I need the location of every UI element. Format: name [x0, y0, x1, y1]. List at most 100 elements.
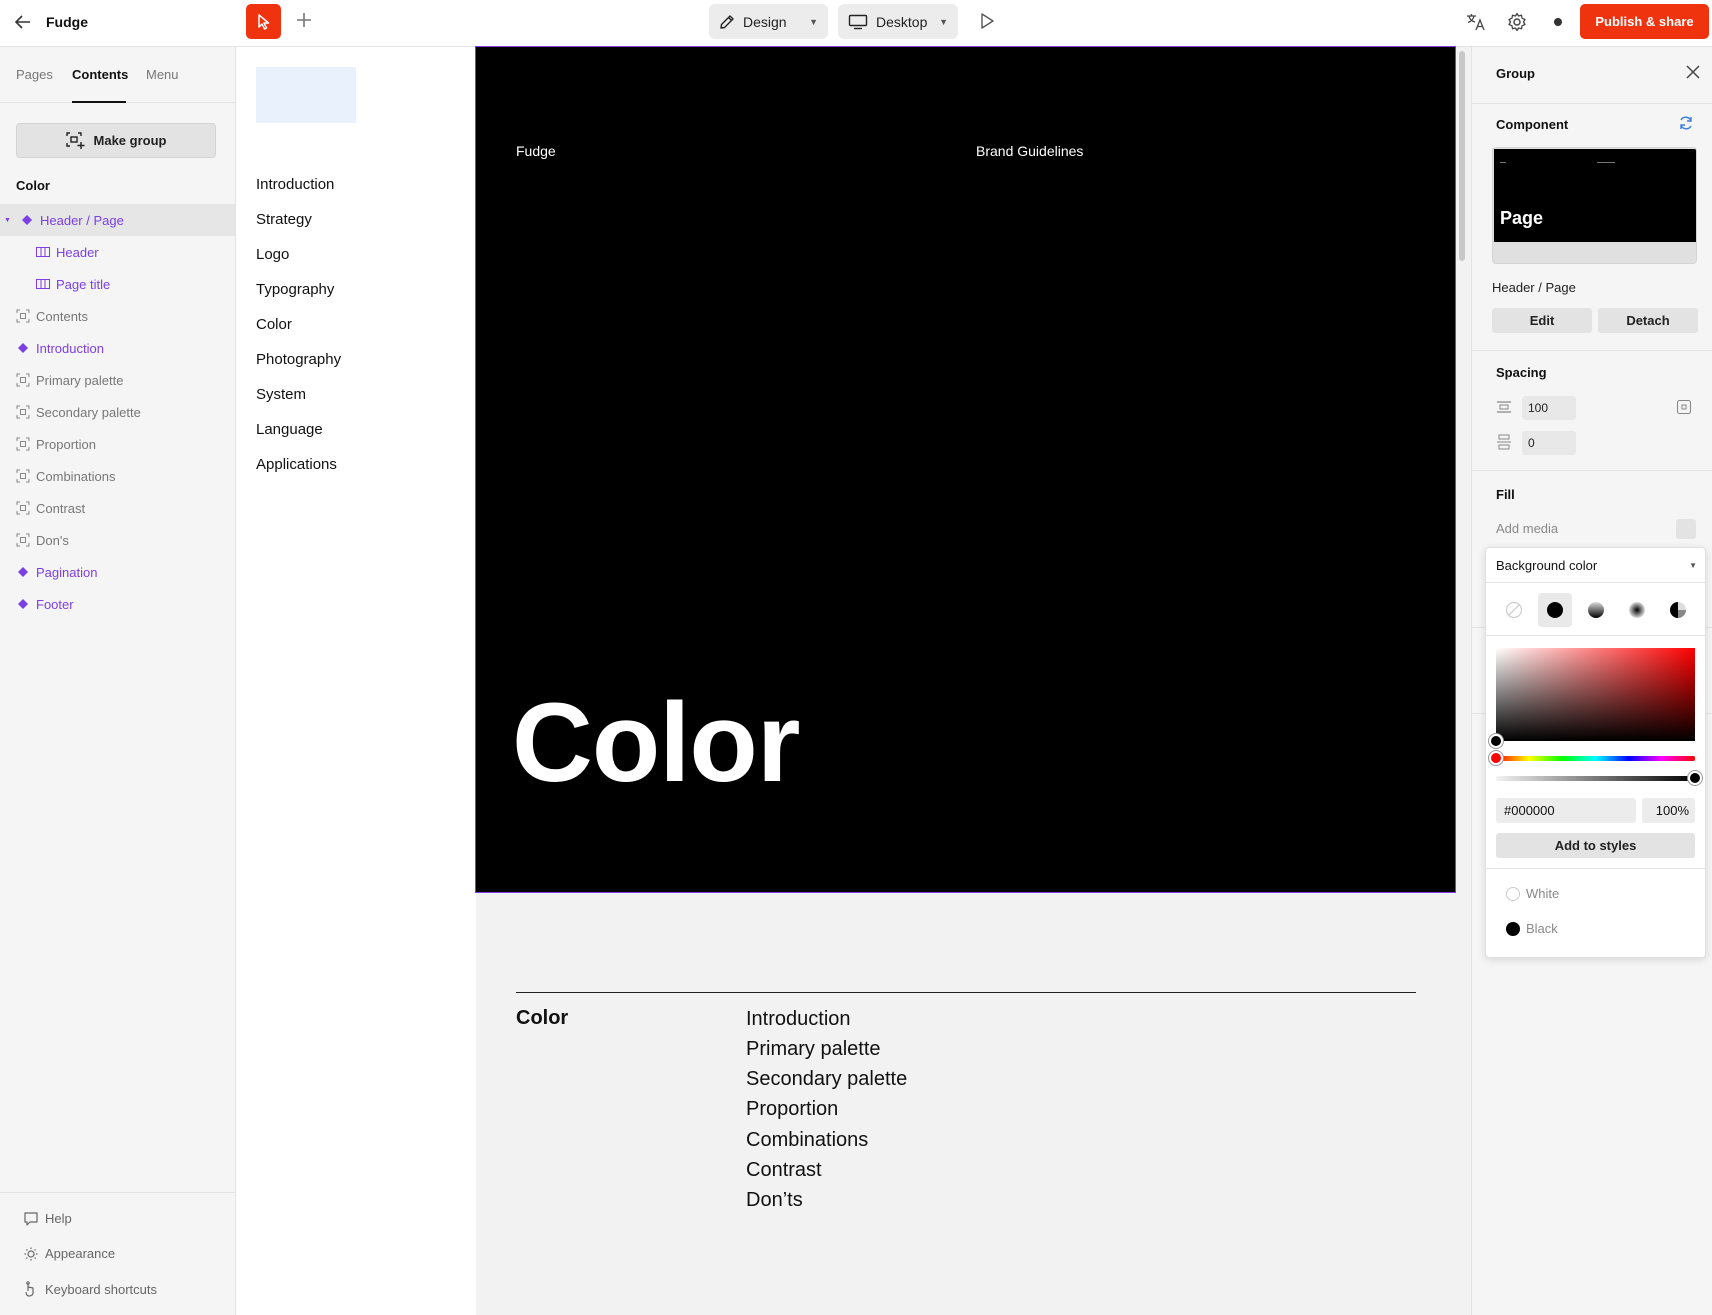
- hex-color-input[interactable]: #000000: [1496, 798, 1636, 823]
- layer-proportion[interactable]: Proportion: [0, 428, 235, 460]
- layer-secondary-palette[interactable]: Secondary palette: [0, 396, 235, 428]
- add-to-styles-button[interactable]: Add to styles: [1496, 833, 1695, 858]
- divider: [1472, 350, 1712, 351]
- gap-input[interactable]: 0: [1522, 431, 1576, 455]
- close-icon[interactable]: [1684, 63, 1702, 81]
- edit-component-button[interactable]: Edit: [1492, 308, 1592, 333]
- fill-target-dropdown[interactable]: Background color ▼: [1486, 548, 1705, 583]
- contents-item-typography[interactable]: Typography: [256, 281, 334, 298]
- style-swatch-black[interactable]: Black: [1506, 921, 1558, 936]
- toc-item[interactable]: Primary palette: [746, 1038, 881, 1061]
- opacity-slider-handle[interactable]: [1688, 771, 1702, 785]
- contents-item-logo[interactable]: Logo: [256, 246, 289, 263]
- tab-contents[interactable]: Contents: [72, 67, 128, 82]
- toc-item[interactable]: Combinations: [746, 1129, 868, 1152]
- padding-icon: [1496, 399, 1512, 415]
- select-tool-button[interactable]: [246, 4, 281, 39]
- layer-label: Primary palette: [36, 372, 124, 388]
- sync-refresh-icon[interactable]: [1678, 115, 1696, 133]
- contents-navigation-panel: Introduction Strategy Logo Typography Co…: [236, 47, 476, 1315]
- add-element-button[interactable]: [292, 8, 316, 32]
- toc-item[interactable]: Introduction: [746, 1008, 851, 1031]
- logo-placeholder[interactable]: [256, 67, 356, 123]
- divider: [0, 1192, 235, 1193]
- keyboard-shortcuts-link[interactable]: Keyboard shortcuts: [24, 1281, 157, 1297]
- appearance-link[interactable]: Appearance: [24, 1246, 115, 1261]
- expand-caret-icon[interactable]: ▼: [4, 217, 11, 224]
- solid-fill-icon[interactable]: [1538, 593, 1572, 627]
- header-guidelines-text[interactable]: Brand Guidelines: [976, 143, 1083, 159]
- top-toolbar: Fudge Design ▼ Desktop ▼ Publish & share: [0, 0, 1712, 47]
- contents-divider: [516, 992, 1416, 993]
- tab-menu[interactable]: Menu: [146, 67, 179, 82]
- design-canvas[interactable]: Fudge Brand Guidelines Color Color Intro…: [475, 46, 1465, 1315]
- toc-item[interactable]: Proportion: [746, 1098, 838, 1121]
- make-group-button[interactable]: Make group: [16, 123, 216, 158]
- toc-item[interactable]: Contrast: [746, 1159, 822, 1182]
- translate-icon[interactable]: [1463, 9, 1489, 35]
- layer-label: Footer: [36, 596, 74, 612]
- layer-label: Header: [56, 244, 99, 260]
- style-swatch-white[interactable]: White: [1506, 886, 1559, 901]
- layer-header[interactable]: Header: [0, 236, 235, 268]
- layers-section-title: Color: [16, 178, 50, 193]
- contents-item-introduction[interactable]: Introduction: [256, 176, 334, 193]
- preview-button[interactable]: [975, 9, 999, 33]
- conic-gradient-icon[interactable]: [1661, 593, 1695, 627]
- hue-slider[interactable]: [1496, 756, 1695, 761]
- help-label: Help: [45, 1211, 72, 1226]
- component-preview[interactable]: Page: [1492, 147, 1697, 264]
- contents-item-color[interactable]: Color: [256, 316, 292, 333]
- preview-text-line: [1500, 162, 1506, 163]
- padding-input[interactable]: 100: [1522, 396, 1576, 420]
- contents-item-applications[interactable]: Applications: [256, 456, 337, 473]
- mode-label: Design: [743, 13, 787, 30]
- help-link[interactable]: Help: [24, 1211, 72, 1226]
- no-fill-icon[interactable]: [1497, 593, 1531, 627]
- layer-label: Header / Page: [40, 212, 124, 228]
- detach-component-button[interactable]: Detach: [1598, 308, 1698, 333]
- device-dropdown[interactable]: Desktop ▼: [838, 4, 958, 39]
- add-media-label[interactable]: Add media: [1496, 521, 1558, 536]
- header-brand-text[interactable]: Fudge: [516, 143, 556, 159]
- linear-gradient-icon[interactable]: [1579, 593, 1613, 627]
- contents-section-label[interactable]: Color: [516, 1007, 568, 1030]
- desktop-icon: [848, 14, 868, 29]
- layer-header-page[interactable]: ▼ Header / Page: [0, 204, 235, 236]
- layer-donts[interactable]: Don's: [0, 524, 235, 556]
- page-title[interactable]: Color: [512, 687, 800, 799]
- canvas-scrollbar[interactable]: [1459, 51, 1465, 261]
- layer-label: Page title: [56, 276, 111, 292]
- toc-item[interactable]: Don’ts: [746, 1189, 803, 1212]
- toc-item[interactable]: Secondary palette: [746, 1068, 907, 1091]
- layer-introduction[interactable]: Introduction: [0, 332, 235, 364]
- layer-combinations[interactable]: Combinations: [0, 460, 235, 492]
- independent-padding-icon[interactable]: [1676, 399, 1692, 415]
- contents-item-system[interactable]: System: [256, 386, 306, 403]
- opacity-input[interactable]: 100%: [1642, 798, 1695, 823]
- radial-gradient-icon[interactable]: [1620, 593, 1654, 627]
- header-page-frame[interactable]: Fudge Brand Guidelines Color: [475, 46, 1456, 893]
- opacity-slider[interactable]: [1496, 776, 1695, 781]
- settings-gear-icon[interactable]: [1504, 9, 1530, 35]
- layer-footer[interactable]: Footer: [0, 588, 235, 620]
- mode-dropdown[interactable]: Design ▼: [709, 4, 828, 39]
- hue-slider-handle[interactable]: [1489, 751, 1503, 765]
- color-picker-handle[interactable]: [1489, 734, 1503, 748]
- contents-item-language[interactable]: Language: [256, 421, 323, 438]
- play-icon: [981, 13, 994, 29]
- contents-item-strategy[interactable]: Strategy: [256, 211, 312, 228]
- back-arrow-icon[interactable]: [12, 11, 34, 33]
- contents-item-photography[interactable]: Photography: [256, 351, 341, 368]
- tab-pages[interactable]: Pages: [16, 67, 53, 82]
- layer-pagination[interactable]: Pagination: [0, 556, 235, 588]
- saturation-brightness-picker[interactable]: [1496, 648, 1695, 741]
- media-swatch[interactable]: [1676, 519, 1696, 539]
- layer-contents[interactable]: Contents: [0, 300, 235, 332]
- layer-label: Secondary palette: [36, 404, 141, 420]
- publish-share-button[interactable]: Publish & share: [1580, 4, 1709, 39]
- layer-page-title[interactable]: Page title: [0, 268, 235, 300]
- layer-contrast[interactable]: Contrast: [0, 492, 235, 524]
- layer-primary-palette[interactable]: Primary palette: [0, 364, 235, 396]
- left-panel-tabs: Pages Contents Menu: [0, 47, 235, 103]
